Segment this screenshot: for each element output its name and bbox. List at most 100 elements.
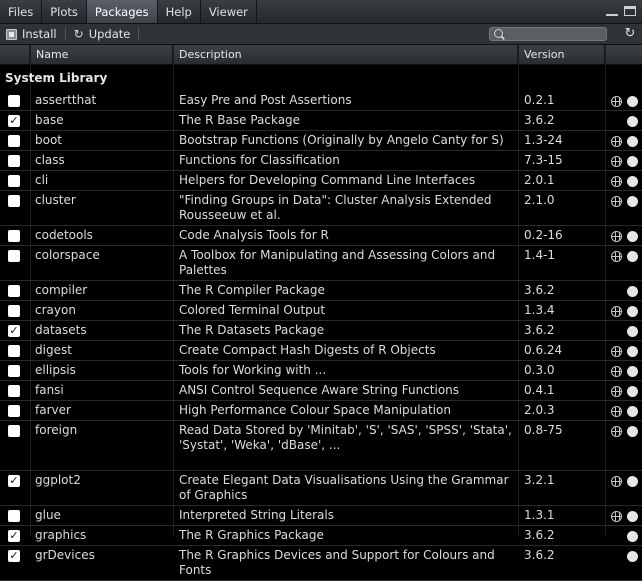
remove-package-icon[interactable] bbox=[627, 326, 638, 337]
package-description: The R Datasets Package bbox=[179, 323, 325, 337]
package-name-link[interactable]: colorspace bbox=[35, 248, 167, 262]
tab-files[interactable]: Files bbox=[0, 0, 43, 23]
table-row: ✓ base The R Base Package 3.6.2 bbox=[0, 111, 642, 131]
package-name-link[interactable]: class bbox=[35, 153, 167, 167]
package-load-checkbox[interactable] bbox=[8, 135, 20, 147]
globe-icon[interactable] bbox=[611, 511, 622, 522]
package-name-link[interactable]: compiler bbox=[35, 283, 167, 297]
globe-icon[interactable] bbox=[611, 251, 622, 262]
remove-package-icon[interactable] bbox=[627, 116, 638, 127]
column-header-name[interactable]: Name bbox=[30, 45, 173, 64]
tab-packages[interactable]: Packages bbox=[86, 0, 158, 23]
package-load-checkbox[interactable] bbox=[8, 230, 20, 242]
install-button[interactable]: Install bbox=[0, 24, 63, 44]
package-load-checkbox[interactable] bbox=[8, 285, 20, 297]
globe-icon[interactable] bbox=[611, 426, 622, 437]
maximize-pane-icon[interactable] bbox=[624, 6, 636, 16]
package-name-link[interactable]: grDevices bbox=[35, 548, 167, 562]
package-name-link[interactable]: datasets bbox=[35, 323, 167, 337]
globe-icon[interactable] bbox=[611, 136, 622, 147]
package-load-checkbox[interactable] bbox=[8, 510, 20, 522]
package-name-link[interactable]: crayon bbox=[35, 303, 167, 317]
globe-icon[interactable] bbox=[611, 196, 622, 207]
package-load-checkbox[interactable] bbox=[8, 175, 20, 187]
package-load-checkbox[interactable] bbox=[8, 345, 20, 357]
package-load-checkbox[interactable] bbox=[8, 425, 20, 437]
remove-package-icon[interactable] bbox=[627, 366, 638, 377]
remove-package-icon[interactable] bbox=[627, 176, 638, 187]
package-version: 0.4.1 bbox=[524, 383, 555, 397]
globe-icon[interactable] bbox=[611, 176, 622, 187]
tab-viewer[interactable]: Viewer bbox=[201, 0, 257, 23]
update-button[interactable]: ↻ Update bbox=[68, 24, 137, 44]
globe-icon[interactable] bbox=[611, 306, 622, 317]
globe-icon[interactable] bbox=[611, 96, 622, 107]
package-description: Tools for Working with ... bbox=[179, 363, 327, 377]
globe-icon[interactable] bbox=[611, 476, 622, 487]
refresh-icon: ↻ bbox=[624, 26, 636, 41]
package-search-box[interactable] bbox=[489, 27, 607, 41]
package-name-link[interactable]: fansi bbox=[35, 383, 167, 397]
package-name-link[interactable]: ggplot2 bbox=[35, 473, 167, 487]
package-load-checkbox[interactable] bbox=[8, 365, 20, 377]
globe-icon[interactable] bbox=[611, 231, 622, 242]
package-load-checkbox[interactable] bbox=[8, 250, 20, 262]
globe-icon[interactable] bbox=[611, 386, 622, 397]
package-name-link[interactable]: digest bbox=[35, 343, 167, 357]
remove-package-icon[interactable] bbox=[627, 156, 638, 167]
package-description: The R Graphics Devices and Support for C… bbox=[179, 548, 495, 577]
package-name-link[interactable]: cluster bbox=[35, 193, 167, 207]
package-load-checkbox[interactable]: ✓ bbox=[8, 550, 20, 562]
tab-plots[interactable]: Plots bbox=[42, 0, 87, 23]
package-load-checkbox[interactable]: ✓ bbox=[8, 115, 20, 127]
package-load-checkbox[interactable] bbox=[8, 195, 20, 207]
package-load-checkbox[interactable] bbox=[8, 155, 20, 167]
remove-package-icon[interactable] bbox=[627, 136, 638, 147]
remove-package-icon[interactable] bbox=[627, 406, 638, 417]
minimize-pane-icon[interactable] bbox=[606, 6, 618, 16]
package-name-link[interactable]: graphics bbox=[35, 528, 167, 542]
remove-package-icon[interactable] bbox=[627, 96, 638, 107]
column-header-version[interactable]: Version bbox=[518, 45, 605, 64]
remove-package-icon[interactable] bbox=[627, 346, 638, 357]
pane-window-controls bbox=[606, 6, 636, 16]
package-version: 2.0.1 bbox=[524, 173, 555, 187]
package-name-link[interactable]: boot bbox=[35, 133, 167, 147]
package-name-link[interactable]: base bbox=[35, 113, 167, 127]
package-load-checkbox[interactable]: ✓ bbox=[8, 530, 20, 542]
package-name-link[interactable]: glue bbox=[35, 508, 167, 522]
package-name-link[interactable]: cli bbox=[35, 173, 167, 187]
remove-package-icon[interactable] bbox=[627, 476, 638, 487]
package-load-checkbox[interactable] bbox=[8, 405, 20, 417]
table-row: fansi ANSI Control Sequence Aware String … bbox=[0, 381, 642, 401]
package-name-link[interactable]: foreign bbox=[35, 423, 167, 437]
package-version: 0.6.24 bbox=[524, 343, 563, 357]
package-name-link[interactable]: assertthat bbox=[35, 93, 167, 107]
package-load-checkbox[interactable] bbox=[8, 385, 20, 397]
remove-package-icon[interactable] bbox=[627, 231, 638, 242]
package-load-checkbox[interactable]: ✓ bbox=[8, 325, 20, 337]
column-header-checkbox bbox=[0, 45, 30, 64]
package-name-link[interactable]: codetools bbox=[35, 228, 167, 242]
remove-package-icon[interactable] bbox=[627, 251, 638, 262]
remove-package-icon[interactable] bbox=[627, 426, 638, 437]
package-load-checkbox[interactable] bbox=[8, 305, 20, 317]
remove-package-icon[interactable] bbox=[627, 196, 638, 207]
globe-icon[interactable] bbox=[611, 346, 622, 357]
remove-package-icon[interactable] bbox=[627, 551, 638, 562]
globe-icon[interactable] bbox=[611, 366, 622, 377]
column-header-description[interactable]: Description bbox=[173, 45, 518, 64]
remove-package-icon[interactable] bbox=[627, 511, 638, 522]
globe-icon[interactable] bbox=[611, 406, 622, 417]
globe-icon[interactable] bbox=[611, 156, 622, 167]
tab-help[interactable]: Help bbox=[158, 0, 201, 23]
remove-package-icon[interactable] bbox=[627, 306, 638, 317]
remove-package-icon[interactable] bbox=[627, 286, 638, 297]
package-load-checkbox[interactable] bbox=[8, 95, 20, 107]
package-name-link[interactable]: ellipsis bbox=[35, 363, 167, 377]
remove-package-icon[interactable] bbox=[627, 386, 638, 397]
package-search-input[interactable] bbox=[506, 28, 602, 40]
refresh-list-button[interactable]: ↻ bbox=[622, 26, 638, 42]
package-name-link[interactable]: farver bbox=[35, 403, 167, 417]
package-load-checkbox[interactable]: ✓ bbox=[8, 475, 20, 487]
